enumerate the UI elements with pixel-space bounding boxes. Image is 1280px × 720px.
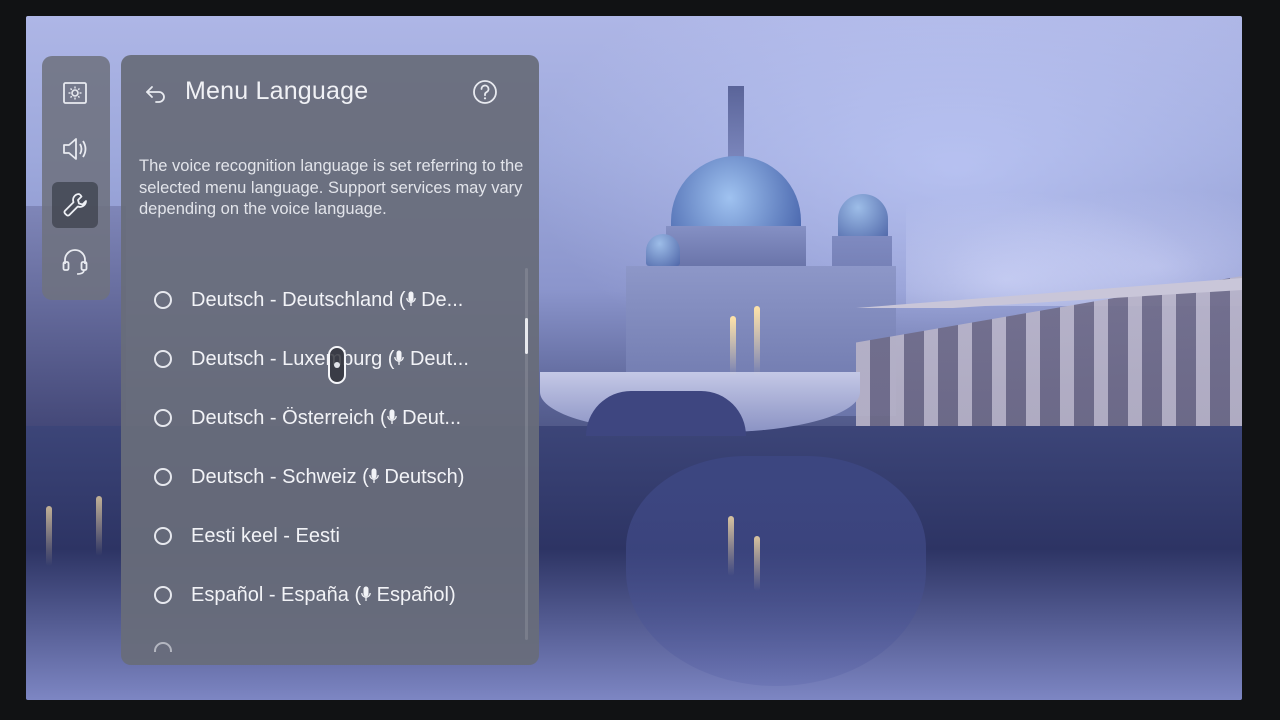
language-option-label: Deutsch - Österreich ( Deut... (191, 407, 506, 430)
language-option[interactable]: Deutsch - Deutschland ( De... (121, 273, 521, 332)
voice-language: De... (415, 289, 464, 311)
support-button[interactable] (52, 238, 98, 284)
radio-button[interactable] (154, 527, 172, 545)
voice-language: Deut... (404, 348, 469, 370)
sound-icon (63, 138, 87, 160)
headset-support-icon (62, 249, 88, 275)
bridge-arch (586, 391, 746, 436)
language-option[interactable]: Español - España ( Español) (121, 568, 521, 627)
language-option-label: Deutsch - Schweiz ( Deutsch) (191, 466, 506, 489)
picture-settings-icon (63, 82, 87, 104)
language-name: Deutsch - Deutschland ( (191, 289, 406, 311)
cathedral-side-dome-right (838, 194, 888, 239)
voice-language: Deut... (396, 407, 462, 429)
microphone-icon (368, 468, 379, 483)
radio-button[interactable] (154, 291, 172, 309)
help-button[interactable] (472, 79, 498, 105)
language-option-label: Eesti keel - Eesti (191, 525, 506, 548)
light-reflection (754, 536, 760, 591)
list-item-partial (154, 642, 494, 652)
street-light (730, 316, 736, 376)
cathedral-reflection (626, 456, 926, 686)
language-option[interactable]: Eesti keel - Eesti (121, 509, 521, 568)
language-name: Deutsch - Luxemburg ( (191, 348, 395, 370)
microphone-icon (394, 350, 405, 365)
microphone-icon (386, 409, 397, 424)
street-light (754, 306, 760, 376)
help-icon (473, 80, 497, 104)
language-option[interactable]: Deutsch - Österreich ( Deut... (121, 391, 521, 450)
voice-language: Español) (371, 584, 456, 606)
back-arrow-icon (146, 86, 165, 103)
language-option-label: Deutsch - Deutschland ( De... (191, 289, 506, 312)
radio-button[interactable] (154, 409, 172, 427)
list-scrollbar[interactable] (525, 268, 528, 640)
language-name: Eesti keel - Eesti (191, 525, 340, 547)
general-settings-button[interactable] (52, 182, 98, 228)
remote-pointer-cursor (328, 346, 346, 384)
language-name: Deutsch - Schweiz ( (191, 466, 369, 488)
cathedral-spire (728, 86, 744, 161)
language-name: Deutsch - Österreich ( (191, 407, 387, 429)
back-button[interactable] (143, 81, 169, 107)
language-option[interactable]: Deutsch - Luxemburg ( Deut... (121, 332, 521, 391)
language-list: Deutsch - Deutschland ( De... Deutsch - L… (121, 273, 539, 653)
scrollbar-thumb[interactable] (525, 318, 528, 354)
voice-language-description: The voice recognition language is set re… (139, 157, 524, 218)
microphone-icon (405, 291, 416, 306)
language-option[interactable]: Deutsch - Schweiz ( Deutsch) (121, 450, 521, 509)
microphone-icon (361, 586, 371, 601)
voice-language: Deutsch) (378, 466, 465, 488)
radio-button[interactable] (154, 586, 172, 604)
language-option-label: Español - España ( Español) (191, 584, 506, 607)
sound-settings-button[interactable] (52, 126, 98, 172)
wrench-icon (63, 193, 87, 217)
cathedral-side-dome-left (646, 234, 680, 266)
radio-button[interactable] (154, 350, 172, 368)
light-reflection (96, 496, 102, 556)
light-reflection (46, 506, 52, 566)
picture-settings-button[interactable] (52, 70, 98, 116)
language-name: Español - España ( (191, 584, 362, 606)
page-title: Menu Language (185, 77, 369, 105)
settings-category-rail (42, 56, 110, 300)
language-option-label: Deutsch - Luxemburg ( Deut... (191, 348, 506, 371)
light-reflection (728, 516, 734, 576)
radio-button[interactable] (154, 468, 172, 486)
